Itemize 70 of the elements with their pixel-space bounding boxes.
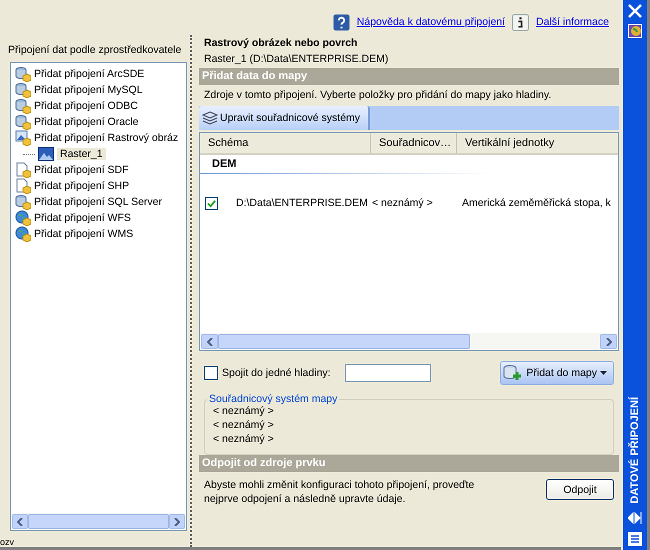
close-icon[interactable] [628, 4, 642, 18]
layers-icon [202, 110, 218, 126]
tree-item[interactable]: Přidat připojení WFS [15, 210, 186, 226]
database-icon [15, 114, 31, 130]
tree-item[interactable]: Přidat připojení SDF [15, 162, 186, 178]
column-header[interactable]: Souřadnicov… [371, 133, 457, 153]
column-header[interactable]: Schéma [200, 133, 371, 153]
chevron-right-icon [174, 518, 180, 526]
group-header: DEM [211, 157, 238, 172]
database-add-icon [503, 364, 524, 382]
help-link[interactable]: Nápověda k datovému připojení [356, 16, 506, 28]
checkbox[interactable] [205, 196, 218, 210]
source-path: Raster_1 (D:\Data\ENTERPRISE.DEM) [204, 53, 390, 67]
document-icon [15, 178, 31, 194]
tree-item[interactable]: Přidat připojení MySQL [15, 82, 186, 98]
menu-icon[interactable] [628, 532, 642, 546]
globe-icon[interactable] [628, 24, 642, 38]
scroll-left-button[interactable] [201, 334, 218, 349]
tree-item[interactable]: Přidat připojení ArcSDE [15, 66, 186, 82]
info-icon [512, 14, 530, 30]
disconnect-button[interactable]: Odpojit [546, 479, 614, 500]
checkbox[interactable] [204, 366, 218, 380]
table-cell-text: Americká zeměměřická stopa, k [462, 197, 612, 209]
image-icon [15, 130, 31, 146]
section-header: Přidat data do mapy [199, 68, 619, 85]
dropdown-arrow-icon [600, 371, 607, 375]
checkbox-label: Spojit do jedné hladiny: [222, 367, 331, 379]
document-icon [15, 162, 31, 178]
image-icon [38, 146, 54, 162]
scroll-right-button[interactable] [600, 334, 617, 349]
crs-value: < neznámý > [213, 405, 275, 419]
chevron-right-icon [606, 338, 612, 346]
tree-item[interactable]: Raster_1 [15, 146, 186, 162]
tree-item[interactable]: Přidat připojení Rastrový obráz [15, 130, 186, 146]
horizontal-scrollbar[interactable] [11, 513, 186, 530]
crs-value: < neznámý > [213, 419, 275, 433]
status-text: ozv [0, 537, 14, 547]
globe-icon [15, 210, 31, 226]
panel-title: DATOVÉ PŘIPOJENÍ [629, 397, 641, 504]
database-icon [15, 98, 31, 114]
group-title: Souřadnicový systém mapy [208, 393, 338, 405]
globe-icon [15, 226, 31, 242]
source-title: Rastrový obrázek nebo povrch [204, 37, 358, 51]
horizontal-scrollbar[interactable] [200, 333, 618, 350]
tree-item[interactable]: Přidat připojení ODBC [15, 98, 186, 114]
panel-title: Připojení dat podle zprostředkovatele [8, 44, 182, 58]
scroll-left-button[interactable] [12, 514, 28, 529]
database-icon [15, 194, 31, 210]
column-header[interactable]: Vertikální jednotky [457, 133, 618, 153]
help-icon [332, 14, 350, 30]
layer-name-field[interactable] [344, 364, 431, 382]
crs-value: < neznámý > [213, 433, 275, 447]
table-cell-text: D:\Data\ENTERPRISE.DEM [235, 197, 369, 209]
table-cell-text: < neznámý > [372, 197, 434, 209]
scroll-right-button[interactable] [169, 514, 186, 529]
section-description: Zdroje v tomto připojení. Vyberte položky pro přidání do mapy jako hladiny. [204, 89, 552, 103]
tree-item[interactable]: Přidat připojení WMS [15, 226, 186, 242]
edit-crs-button[interactable]: Upravit souřadnicové systémy [199, 106, 370, 130]
chevron-left-icon [16, 518, 23, 526]
database-icon [15, 82, 31, 98]
tree-item[interactable]: Přidat připojení SQL Server [15, 194, 186, 210]
tree-item[interactable]: Přidat připojení SHP [15, 178, 186, 194]
section-header: Odpojit od zdroje prvku [199, 455, 619, 472]
add-to-map-button[interactable]: Přidat do mapy [500, 361, 614, 385]
section-description: Abyste mohli změnit konfiguraci tohoto připojení, proveďte nejprve odpojení a následně upravte údaje. [204, 478, 476, 506]
database-icon [15, 66, 31, 82]
chevron-left-icon [206, 338, 212, 346]
collapse-icon[interactable] [628, 512, 642, 524]
info-link[interactable]: Další informace [536, 16, 609, 28]
tree-item[interactable]: Přidat připojení Oracle [15, 114, 186, 130]
